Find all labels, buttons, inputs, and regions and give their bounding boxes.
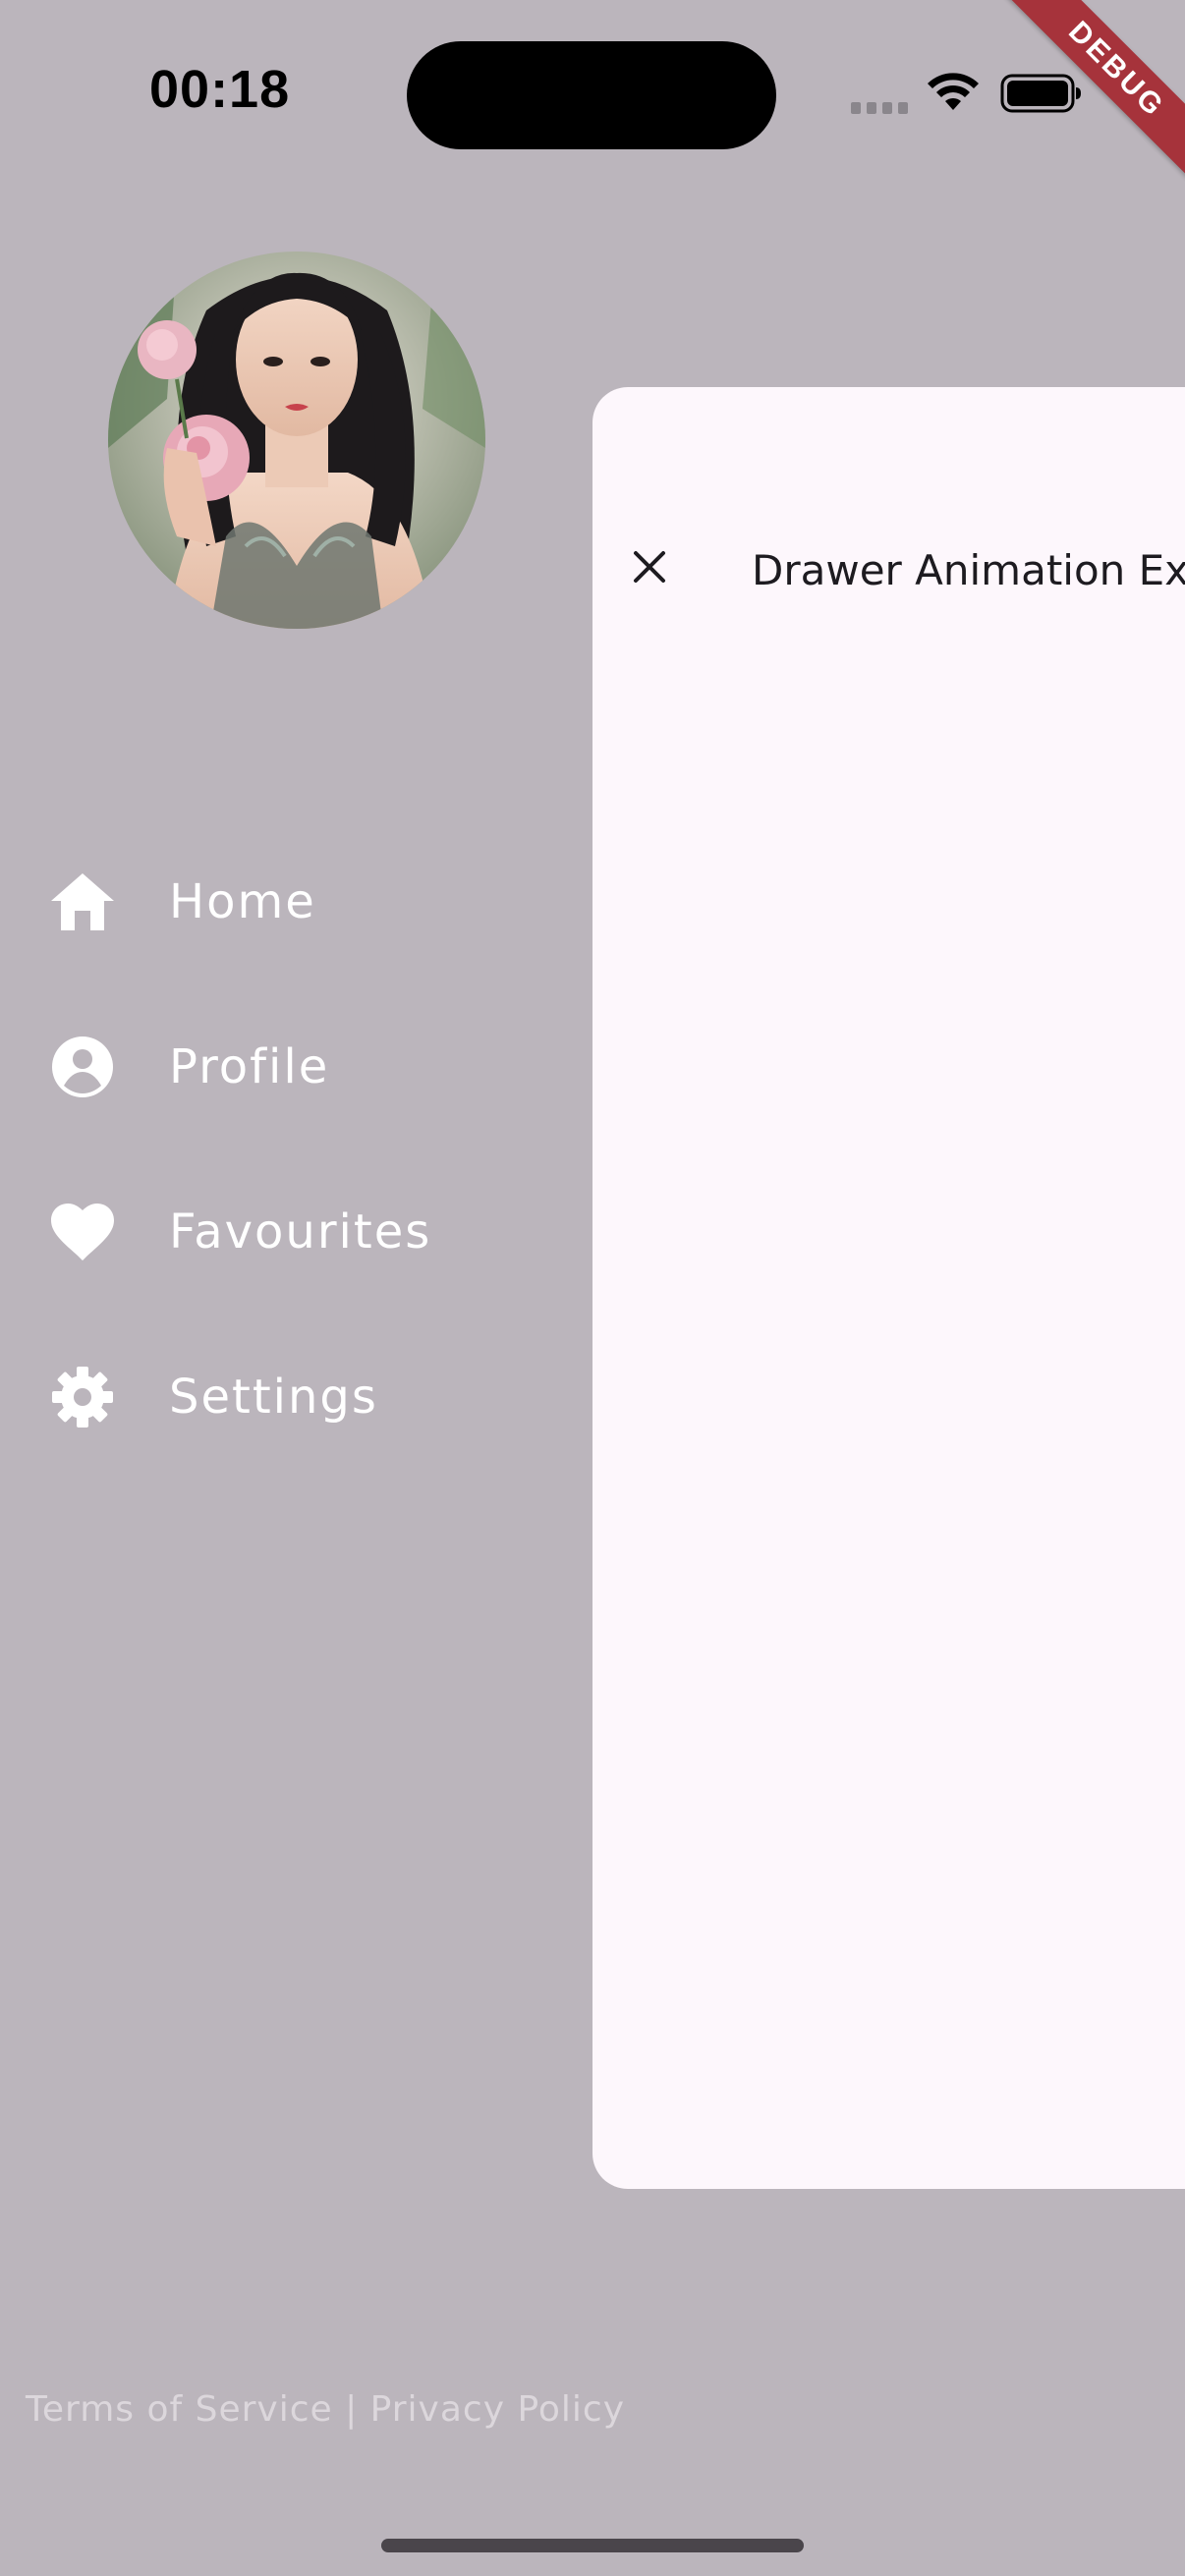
terms-of-service-link[interactable]: Terms of Service: [26, 2389, 333, 2430]
dynamic-island: [407, 41, 776, 149]
account-circle-icon: [47, 1032, 118, 1102]
wifi-icon: [928, 73, 979, 110]
home-icon: [47, 867, 118, 937]
home-indicator[interactable]: [381, 2539, 804, 2552]
menu-item-settings[interactable]: Settings: [47, 1348, 378, 1446]
battery-icon: [1000, 74, 1081, 113]
menu-item-settings-label: Settings: [169, 1370, 378, 1425]
menu-item-profile[interactable]: Profile: [47, 1018, 329, 1116]
cellular-signal-icon: [851, 102, 908, 114]
menu-item-home[interactable]: Home: [47, 853, 316, 951]
privacy-policy-link[interactable]: Privacy Policy: [370, 2389, 625, 2430]
menu-item-favourites-label: Favourites: [169, 1204, 432, 1260]
screen: 00:18 DEBUG Home Profile Favourites Sett…: [0, 0, 1185, 2576]
footer-separator: |: [332, 2389, 370, 2430]
app-bar-title: Drawer Animation Example: [752, 546, 1185, 594]
menu-item-profile-label: Profile: [169, 1039, 330, 1094]
avatar: [108, 252, 485, 629]
menu-item-favourites[interactable]: Favourites: [47, 1183, 431, 1281]
menu-item-home-label: Home: [169, 874, 316, 929]
gear-icon: [47, 1362, 118, 1432]
drawer-footer: Terms of Service | Privacy Policy: [26, 2389, 625, 2430]
heart-icon: [47, 1197, 118, 1267]
main-content-card[interactable]: [592, 387, 1185, 2189]
avatar-image: [108, 252, 485, 629]
status-time: 00:18: [149, 60, 291, 119]
close-icon[interactable]: [625, 542, 674, 591]
